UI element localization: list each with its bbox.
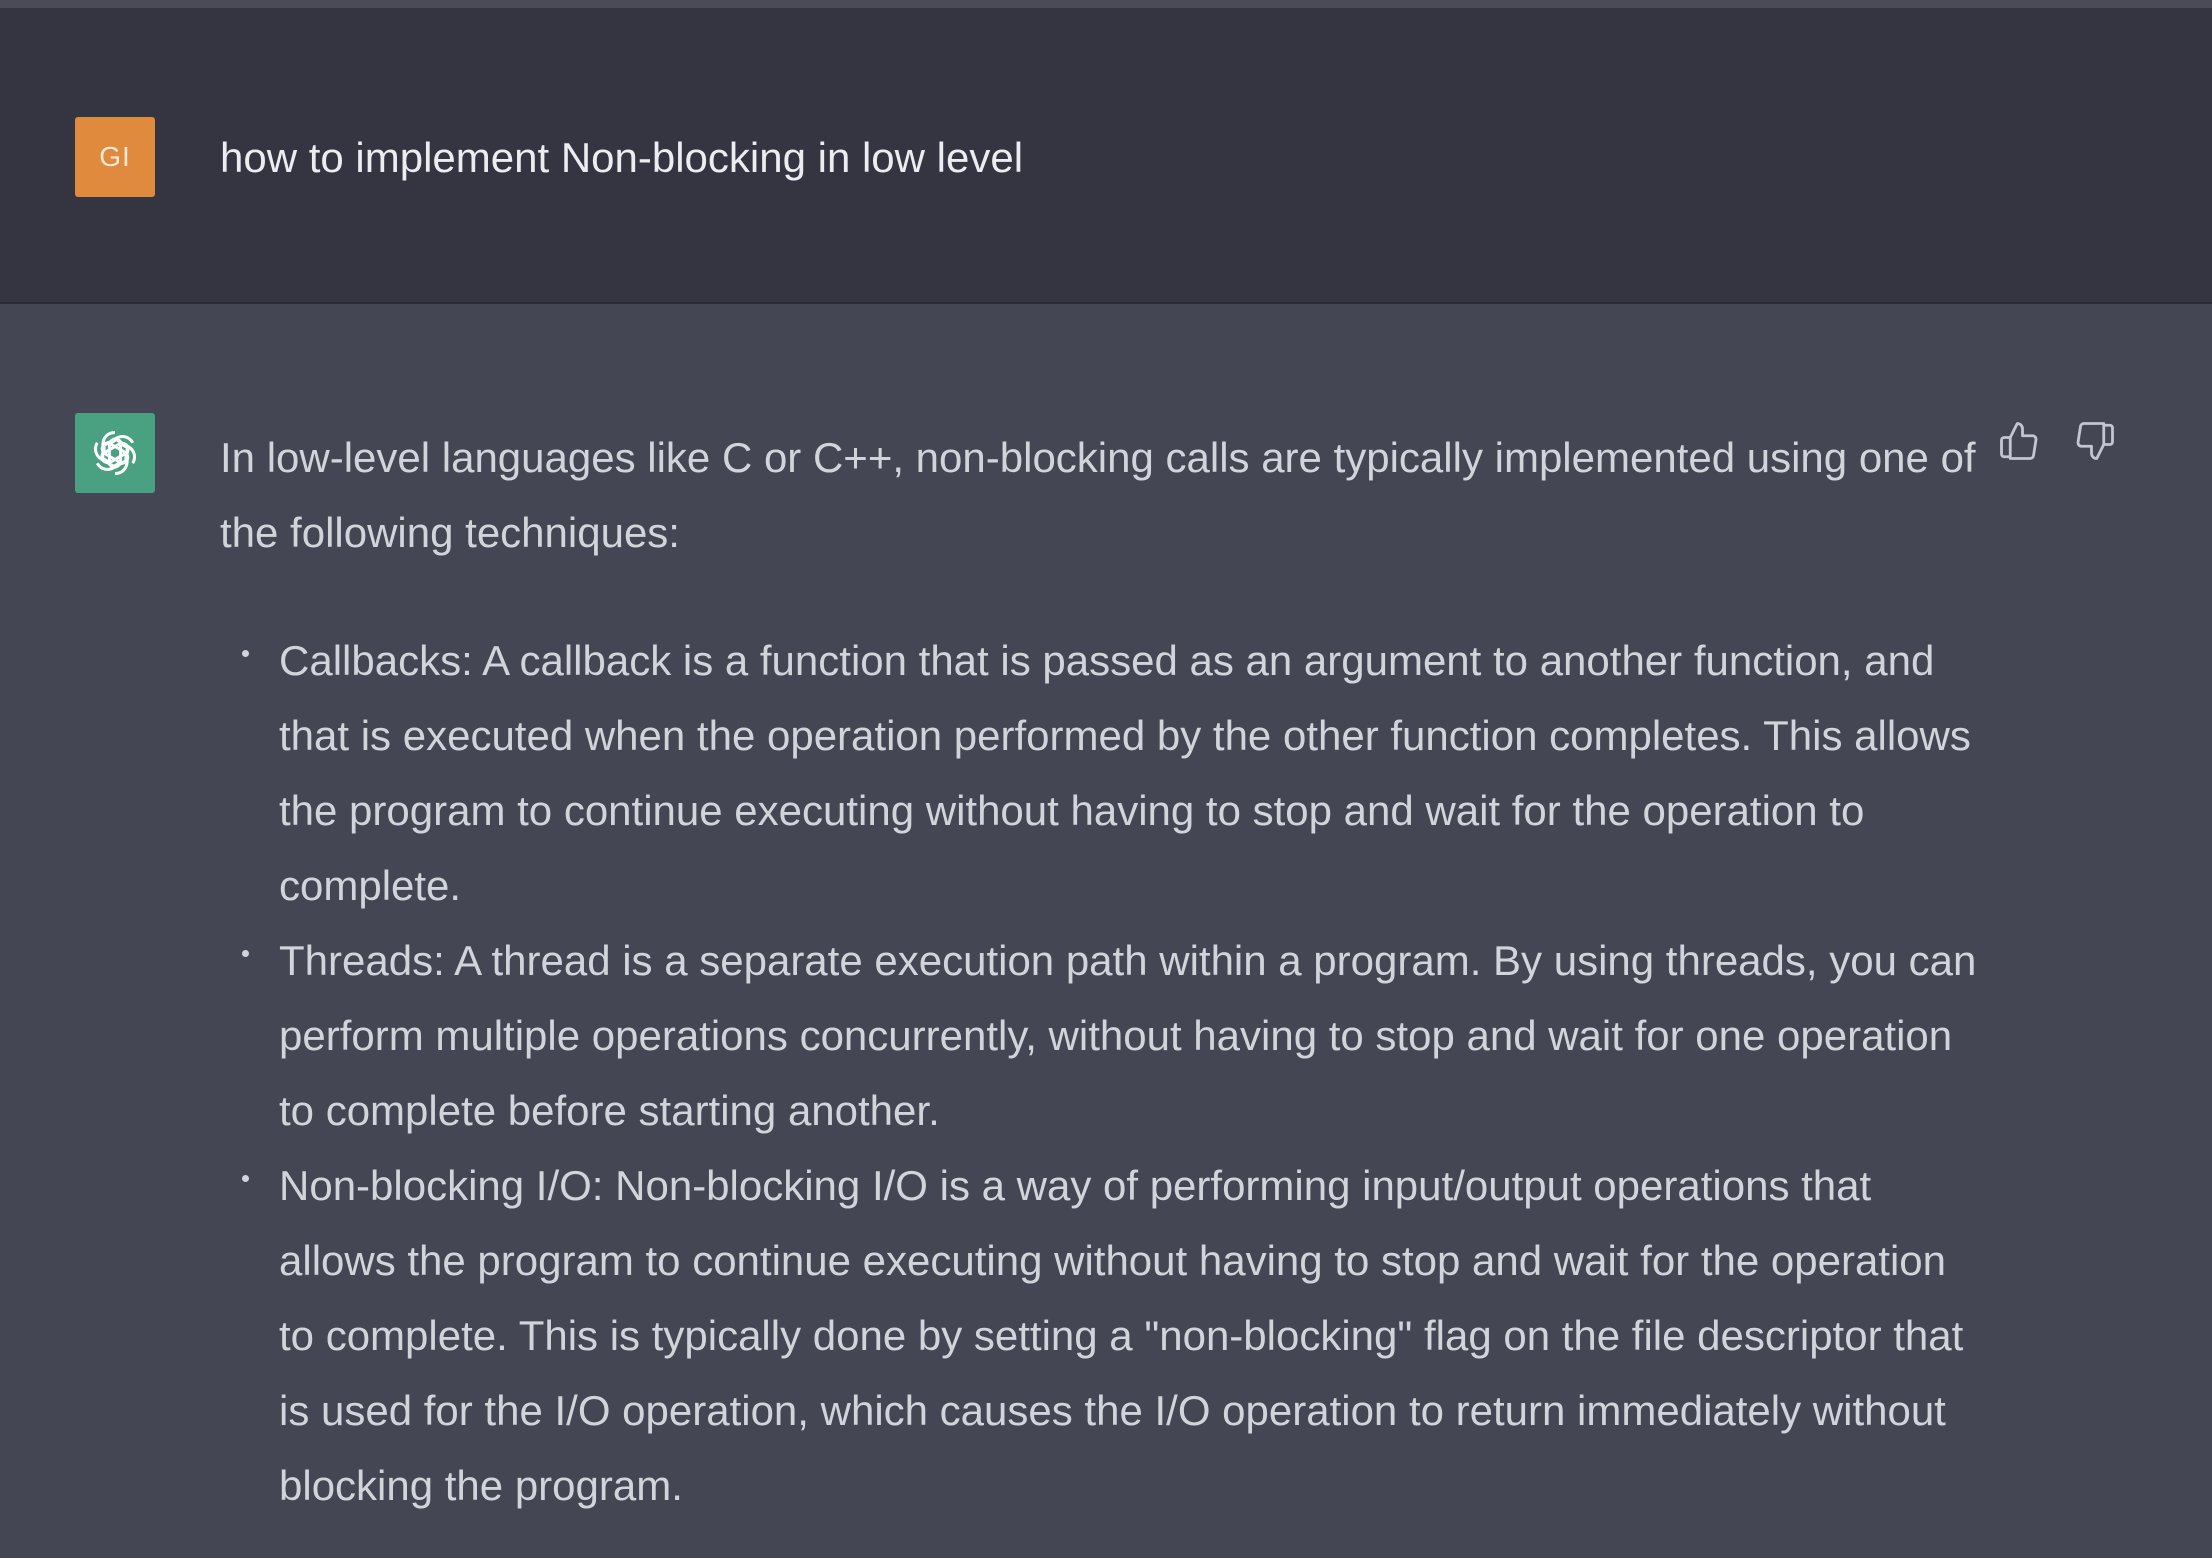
bullet-icon — [242, 950, 249, 957]
list-item: Non-blocking I/O: Non-blocking I/O is a … — [242, 1148, 1980, 1523]
list-item: Threads: A thread is a separate executio… — [242, 923, 1980, 1148]
thumbs-up-button[interactable] — [1994, 416, 2044, 466]
thumbs-down-icon — [2076, 422, 2114, 460]
bullet-icon — [242, 1175, 249, 1182]
bullet-icon — [242, 650, 249, 657]
list-item: Callbacks: A callback is a function that… — [242, 623, 1980, 923]
thumbs-down-button[interactable] — [2070, 416, 2120, 466]
user-message-text: how to implement Non-blocking in low lev… — [220, 134, 1024, 181]
assistant-message-text: In low-level languages like C or C++, no… — [220, 420, 1980, 1523]
thumbs-up-icon — [2000, 422, 2038, 460]
technique-list: Callbacks: A callback is a function that… — [220, 623, 1980, 1523]
list-item-text: Threads: A thread is a separate executio… — [279, 937, 1977, 1134]
assistant-message-row: In low-level languages like C or C++, no… — [0, 304, 2212, 1558]
assistant-intro: In low-level languages like C or C++, no… — [220, 434, 1976, 556]
user-avatar-initials: GI — [99, 141, 131, 172]
list-item-text: Callbacks: A callback is a function that… — [279, 637, 1971, 909]
openai-logo-icon — [89, 430, 141, 476]
assistant-avatar — [75, 413, 155, 493]
user-avatar: GI — [75, 117, 155, 197]
top-divider — [0, 0, 2212, 8]
list-item-text: Non-blocking I/O: Non-blocking I/O is a … — [279, 1162, 1964, 1509]
user-message-row: GI how to implement Non-blocking in low … — [0, 8, 2212, 304]
